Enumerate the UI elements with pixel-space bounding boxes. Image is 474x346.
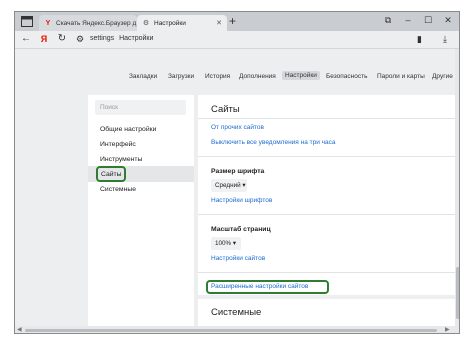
tab-bar: Y Скачать Яндекс.Браузер д ✕ ⚙ Настройки… [15,12,459,31]
link-site-settings[interactable]: Настройки сайтов [211,255,265,262]
close-icon[interactable]: ✕ [213,19,222,27]
top-nav-bookmarks[interactable]: Закладки [129,73,157,80]
zoom-value: 100% [215,240,232,247]
zoom-label: Масштаб страниц [211,226,271,233]
scrollbar-thumb[interactable] [456,267,459,319]
yandex-icon: Y [45,19,51,27]
tab-label: Настройки [154,19,186,27]
tab-settings[interactable]: ⚙ Настройки ✕ [137,15,227,31]
font-size-label: Размер шрифта [211,168,265,175]
yandex-icon[interactable]: Я [38,34,50,44]
tab-download-yandex[interactable]: Y Скачать Яндекс.Браузер д ✕ [39,15,137,31]
sidebar-item-tools[interactable]: Инструменты [100,156,142,163]
vertical-scrollbar[interactable] [455,49,459,326]
url-field[interactable]: settings Настройки [90,35,153,42]
gear-icon: ⚙ [142,20,150,27]
settings-sidebar: Поиск Общие настройки Интерфейс Инструме… [88,95,194,326]
sidebar-item-sites-highlight: Сайты [96,166,126,182]
minimize-icon[interactable]: – [401,15,415,25]
scrollbar-thumb[interactable] [25,329,437,332]
settings-site-icon[interactable]: ⚙ [74,34,86,45]
section-title-sites: Сайты [211,104,240,115]
scroll-right-icon[interactable]: ▶ [445,326,450,333]
zoom-select[interactable]: 100% ▾ [211,237,241,250]
url-page: Настройки [119,35,154,42]
close-window-icon[interactable]: ✕ [441,15,455,26]
link-other-sites[interactable]: От прочих сайтов [211,124,264,131]
horizontal-scrollbar[interactable]: ◀ ▶ [15,326,459,333]
sidebar-item-general[interactable]: Общие настройки [100,126,156,133]
chevron-down-icon: ▾ [242,182,246,189]
settings-page: Закладки Загрузки История Дополнения Нас… [15,49,455,326]
advanced-link-highlight [206,280,329,294]
browser-menu-icon[interactable] [21,16,33,27]
back-icon[interactable]: ← [20,33,32,44]
top-nav-extensions[interactable]: Дополнения [239,73,276,80]
url-scheme: settings [90,35,115,42]
top-nav-history[interactable]: История [205,73,230,80]
reload-icon[interactable]: ↻ [56,33,68,44]
divider [198,214,455,215]
sidebar-item-system[interactable]: Системные [100,186,136,193]
top-nav-settings[interactable]: Настройки [282,71,320,80]
top-nav-downloads[interactable]: Загрузки [168,73,194,80]
download-icon[interactable]: ⤓ [443,34,447,45]
font-size-value: Средний [215,182,241,189]
link-font-settings[interactable]: Настройки шрифтов [211,197,272,204]
address-bar: ← Я ↻ ⚙ settings Настройки ▮ ⤓ [15,31,459,49]
system-panel: Системные [198,299,455,326]
bookmark-icon[interactable]: ▮ [417,34,422,45]
settings-top-nav: Закладки Загрузки История Дополнения Нас… [15,71,455,85]
top-nav-passwords[interactable]: Пароли и карты [377,73,425,80]
maximize-icon[interactable]: ☐ [421,15,435,26]
link-disable-notifications[interactable]: Выключить все уведомления на три часа [211,139,336,146]
sidebar-item-sites[interactable]: Сайты [88,166,194,182]
bookmark-manager-icon[interactable]: ⧉ [381,15,395,26]
sidebar-item-label: Сайты [101,171,122,178]
tab-label: Скачать Яндекс.Браузер д [56,19,137,27]
chevron-down-icon: ▾ [232,240,237,247]
sidebar-item-interface[interactable]: Интерфейс [100,141,136,148]
divider [198,118,455,119]
browser-window: Y Скачать Яндекс.Браузер д ✕ ⚙ Настройки… [14,11,460,334]
font-size-select[interactable]: Средний ▾ [211,179,247,192]
search-input[interactable]: Поиск [95,100,186,115]
top-nav-security[interactable]: Безопасность [326,73,367,80]
url-separator [115,35,117,42]
divider [198,156,455,157]
section-title-system: Системные [211,307,262,318]
divider [198,272,455,273]
new-tab-icon[interactable]: + [229,14,236,28]
scroll-left-icon[interactable]: ◀ [17,326,22,333]
top-nav-other[interactable]: Другие [432,73,453,80]
